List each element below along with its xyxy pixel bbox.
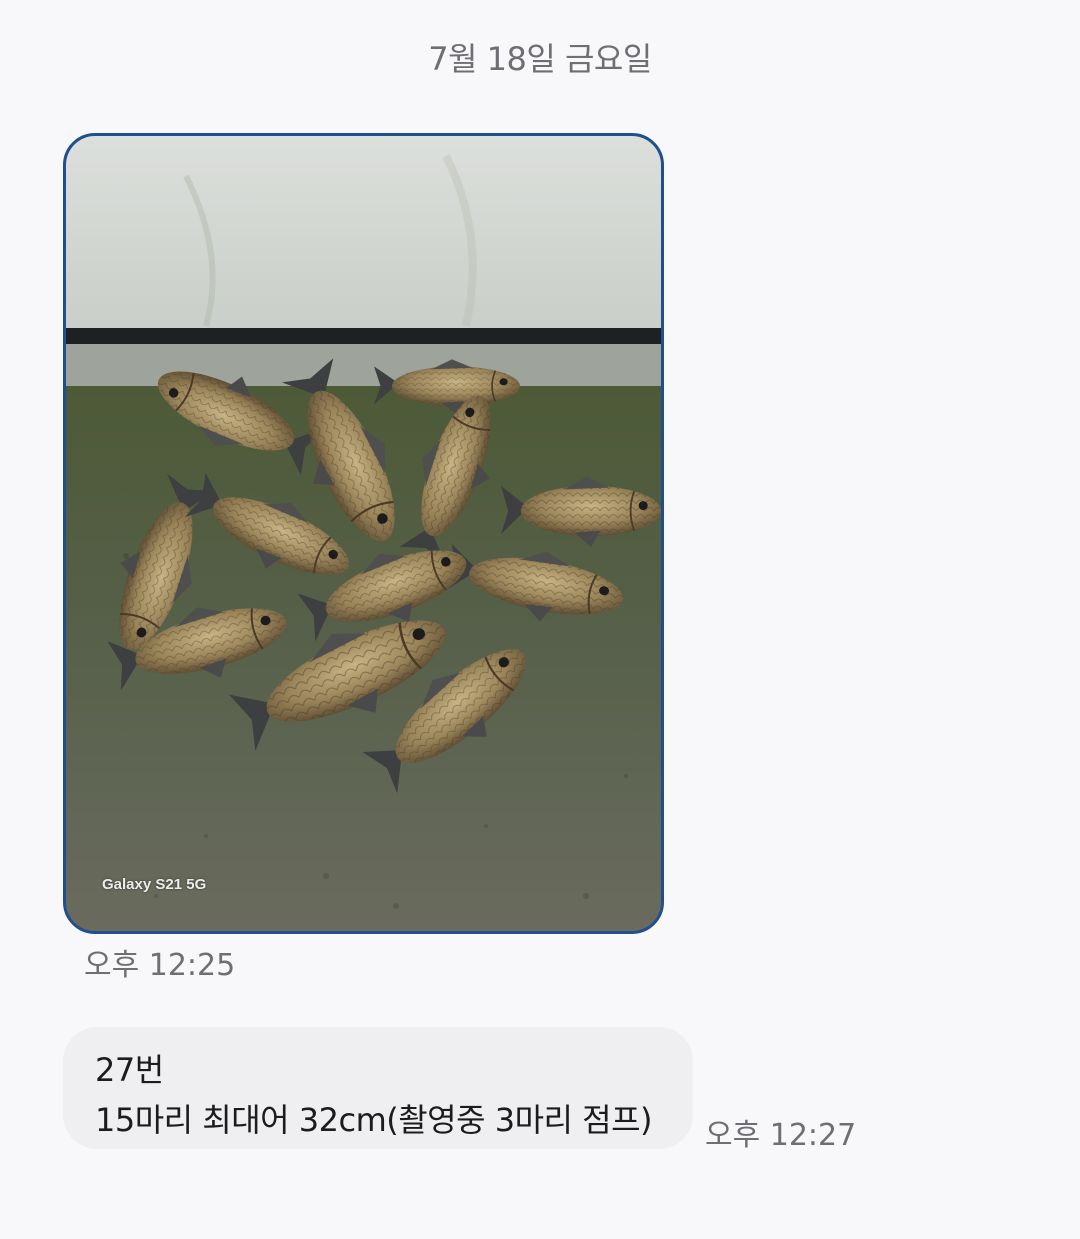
message-line: 27번 (95, 1051, 164, 1089)
message-line: 15마리 최대어 32cm(촬영중 3마리 점프) (95, 1101, 653, 1139)
image-message[interactable]: Galaxy S21 5G (63, 133, 664, 934)
text-message-bubble[interactable]: 27번 15마리 최대어 32cm(촬영중 3마리 점프) (63, 1027, 693, 1149)
message-timestamp: 오후 12:27 (705, 1118, 857, 1153)
fish-photo[interactable] (66, 136, 661, 931)
photo-watermark: Galaxy S21 5G (102, 876, 207, 893)
chat-date-header: 7월 18일 금요일 (428, 40, 652, 78)
message-timestamp: 오후 12:25 (84, 948, 236, 983)
